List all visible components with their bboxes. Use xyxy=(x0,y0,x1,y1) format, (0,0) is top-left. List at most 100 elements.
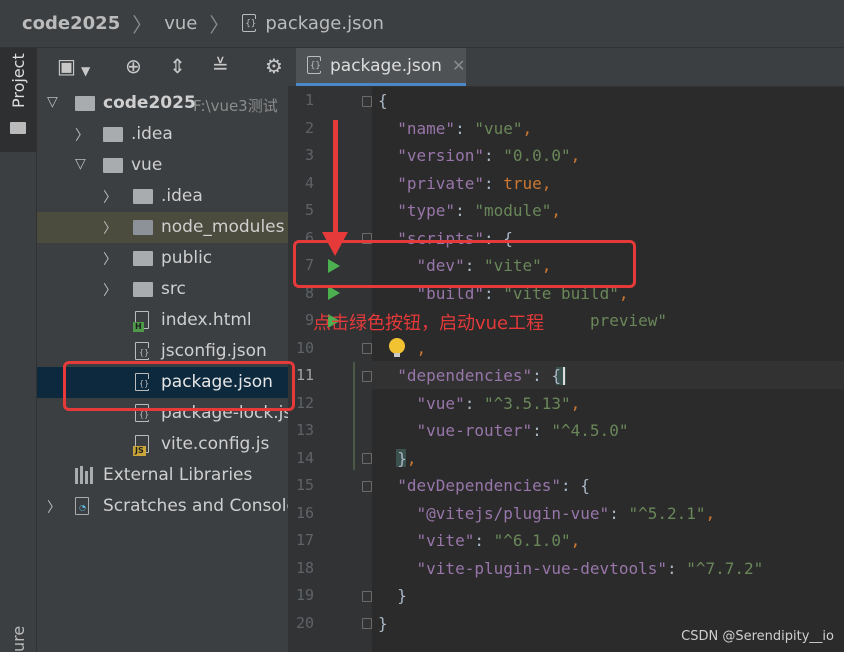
breadcrumb: code2025 〉 vue 〉 {} package.json xyxy=(0,0,844,48)
tree-row-index-html[interactable]: H index.html xyxy=(37,305,288,336)
tab-package-json[interactable]: {} package.json ✕ xyxy=(296,48,466,86)
tree-row-vite-config[interactable]: JS vite.config.js xyxy=(37,429,288,460)
code-line-9[interactable]: preview" xyxy=(590,307,667,335)
code-line-2[interactable]: "name": "vue", xyxy=(378,115,532,143)
chevron-right-icon[interactable]: 〉 xyxy=(103,249,117,269)
line-number: 5 xyxy=(304,201,314,219)
chevron-right-icon[interactable]: 〉 xyxy=(47,497,61,517)
tree-row-vue-idea[interactable]: 〉 .idea xyxy=(37,181,288,212)
collapse-all-icon[interactable]: ≚ xyxy=(212,56,229,76)
line-number: 14 xyxy=(295,448,314,467)
line-number: 2 xyxy=(304,118,314,137)
breadcrumb-root[interactable]: code2025 xyxy=(22,13,120,34)
code-line-3[interactable]: "version": "0.0.0", xyxy=(378,142,580,170)
annotation-box-package-json xyxy=(63,361,295,411)
html-file-icon: H xyxy=(133,311,151,332)
json-file-icon: {} xyxy=(241,13,259,35)
tree-row-label: Scratches and Consoles xyxy=(103,496,288,516)
gear-icon[interactable]: ⚙ xyxy=(265,56,283,76)
locate-icon[interactable]: ⊕ xyxy=(125,56,142,76)
code-line-13[interactable]: "vue-router": "^4.5.0" xyxy=(378,417,629,445)
tree-row-node-modules[interactable]: 〉 node_modules xyxy=(37,212,288,243)
tree-row-public[interactable]: 〉 public xyxy=(37,243,288,274)
line-number: 20 xyxy=(295,613,314,632)
fold-marker-icon[interactable] xyxy=(362,371,372,382)
editor-tab-bar: {} package.json ✕ xyxy=(288,48,844,87)
tab-label: package.json xyxy=(330,55,442,76)
code-line-12[interactable]: "vue": "^3.5.13", xyxy=(378,390,581,418)
code-line-17[interactable]: "vite": "^6.1.0", xyxy=(378,527,581,555)
tree-row-label: src xyxy=(161,279,186,299)
folder-icon xyxy=(75,96,95,111)
annotation-box-dev-line xyxy=(293,240,636,288)
code-line-19[interactable]: } xyxy=(378,582,407,610)
close-icon[interactable]: ✕ xyxy=(452,56,465,75)
line-number: 16 xyxy=(295,503,314,522)
fold-marker-icon[interactable] xyxy=(362,453,372,464)
chevron-down-icon[interactable]: ▽ xyxy=(75,156,86,172)
tree-row-label: jsconfig.json xyxy=(161,341,267,361)
code-line-16[interactable]: "@vitejs/plugin-vue": "^5.2.1", xyxy=(378,500,716,528)
tree-row-src[interactable]: 〉 src xyxy=(37,274,288,305)
tree-row-root[interactable]: ▽ code2025 F:\vue3测试 xyxy=(37,88,288,119)
tree-row-path: F:\vue3测试 xyxy=(193,97,278,115)
breadcrumb-file[interactable]: package.json xyxy=(265,13,384,34)
annotation-text: 点击绿色按钮，启动vue工程 xyxy=(313,313,545,334)
tree-row-label: index.html xyxy=(161,310,252,330)
lightbulb-icon[interactable] xyxy=(389,338,405,357)
code-line-18[interactable]: "vite-plugin-vue-devtools": "^7.7.2" xyxy=(378,555,764,583)
chevron-right-icon[interactable]: 〉 xyxy=(75,125,89,145)
folder-icon xyxy=(103,158,123,173)
libraries-icon xyxy=(75,466,97,484)
tree-row-external-libraries[interactable]: External Libraries xyxy=(37,460,288,491)
breadcrumb-separator-icon: 〉 xyxy=(209,13,230,37)
chevron-down-icon[interactable]: ▽ xyxy=(47,94,58,110)
line-number: 19 xyxy=(295,586,314,604)
tree-row-label: node_modules xyxy=(161,217,285,237)
json-file-icon: {} xyxy=(135,342,152,361)
tree-row-idea[interactable]: 〉 .idea xyxy=(37,119,288,150)
breadcrumb-folder[interactable]: vue xyxy=(164,13,197,34)
line-number: 10 xyxy=(295,338,314,357)
view-mode-icon[interactable]: ▣ xyxy=(57,56,76,76)
run-icon[interactable] xyxy=(328,286,340,300)
fold-marker-icon[interactable] xyxy=(362,343,372,354)
scratches-icon: ◔ xyxy=(75,497,91,516)
line-number: 9 xyxy=(304,311,314,329)
tree-row-label: public xyxy=(161,248,213,268)
folder-icon xyxy=(10,122,26,134)
expand-all-icon[interactable]: ⇕ xyxy=(169,56,186,76)
code-line-14[interactable]: }, xyxy=(378,445,416,473)
tree-row-label: vue xyxy=(131,155,163,175)
line-number: 17 xyxy=(295,531,314,549)
breadcrumb-separator-icon: 〉 xyxy=(132,13,153,37)
chevron-down-icon[interactable]: ▼ xyxy=(81,61,90,81)
fold-marker-icon[interactable] xyxy=(362,618,372,629)
project-tool-tab[interactable]: Project xyxy=(0,48,36,152)
fold-marker-icon[interactable] xyxy=(362,96,372,107)
json-file-icon: {} xyxy=(306,55,324,77)
code-line-11[interactable]: "dependencies": { xyxy=(378,362,561,390)
fold-marker-icon[interactable] xyxy=(362,591,372,602)
folder-icon xyxy=(133,189,153,204)
chevron-right-icon[interactable]: 〉 xyxy=(103,187,117,207)
line-number: 15 xyxy=(295,476,314,494)
tree-row-label: External Libraries xyxy=(103,465,253,485)
fold-marker-icon[interactable] xyxy=(362,481,372,492)
annotation-arrow-shaft xyxy=(333,120,338,238)
code-line-4[interactable]: "private": true, xyxy=(378,170,551,198)
project-tool-tab-label: Project xyxy=(9,53,28,108)
tree-row-vue[interactable]: ▽ vue xyxy=(37,150,288,181)
structure-tool-tab[interactable]: ure xyxy=(9,626,28,652)
chevron-right-icon[interactable]: 〉 xyxy=(103,218,117,238)
line-number: 13 xyxy=(295,421,314,439)
folder-icon xyxy=(133,251,153,266)
watermark: CSDN @Serendipity__io xyxy=(681,629,834,644)
code-line-20[interactable]: } xyxy=(378,610,388,638)
code-line-15[interactable]: "devDependencies": { xyxy=(378,472,590,500)
code-line-5[interactable]: "type": "module", xyxy=(378,197,561,225)
tree-row-scratches[interactable]: 〉 ◔ Scratches and Consoles xyxy=(37,491,288,522)
folder-icon xyxy=(103,127,123,142)
chevron-right-icon[interactable]: 〉 xyxy=(103,280,117,300)
code-line-1[interactable]: { xyxy=(378,87,388,115)
